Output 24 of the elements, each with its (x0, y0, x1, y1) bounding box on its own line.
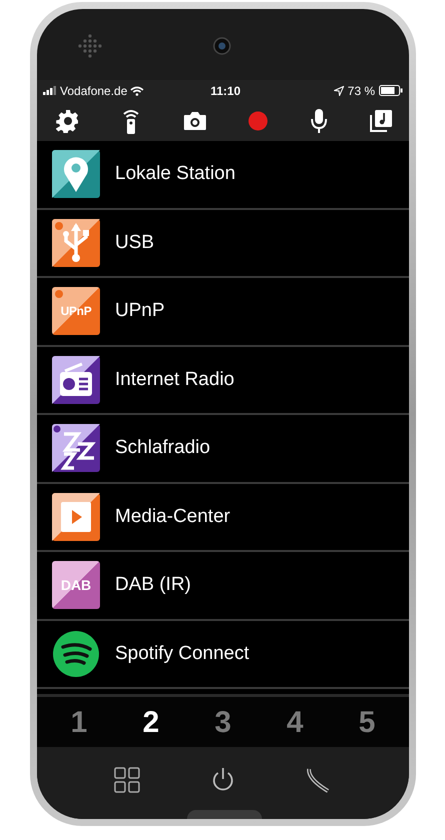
source-label: DAB (IR) (115, 573, 191, 597)
upnp-icon: UPnP (52, 287, 100, 336)
source-label: USB (115, 230, 154, 254)
source-list-item[interactable]: Media-Center (37, 484, 409, 552)
source-label: Lokale Station (115, 162, 236, 186)
source-label: Internet Radio (115, 368, 234, 392)
source-list-item[interactable]: Schlafradio (37, 415, 409, 484)
preset-tab[interactable]: 5 (331, 700, 403, 744)
source-label: Media-Center (115, 504, 230, 528)
status-time: 11:10 (209, 82, 242, 100)
source-list-item[interactable]: UPnP UPnP (37, 278, 409, 346)
source-list-item[interactable]: Internet Radio (37, 346, 409, 415)
preset-tab[interactable]: 2 (115, 700, 187, 744)
source-list-item[interactable]: USB (37, 210, 409, 278)
source-label: Spotify Connect (115, 642, 250, 666)
source-list-item[interactable]: Spotify Connect (37, 620, 409, 689)
carrier-name: Vodafone.de (60, 82, 128, 100)
source-list-item[interactable]: Lokale Station (37, 141, 409, 210)
source-label: Schlafradio (115, 436, 210, 460)
source-label: UPnP (115, 299, 165, 323)
preset-tab[interactable]: 4 (259, 700, 331, 744)
battery-percent: 73 % (348, 82, 375, 100)
preset-tab[interactable]: 3 (187, 700, 259, 744)
preset-tab[interactable]: 1 (43, 700, 115, 744)
